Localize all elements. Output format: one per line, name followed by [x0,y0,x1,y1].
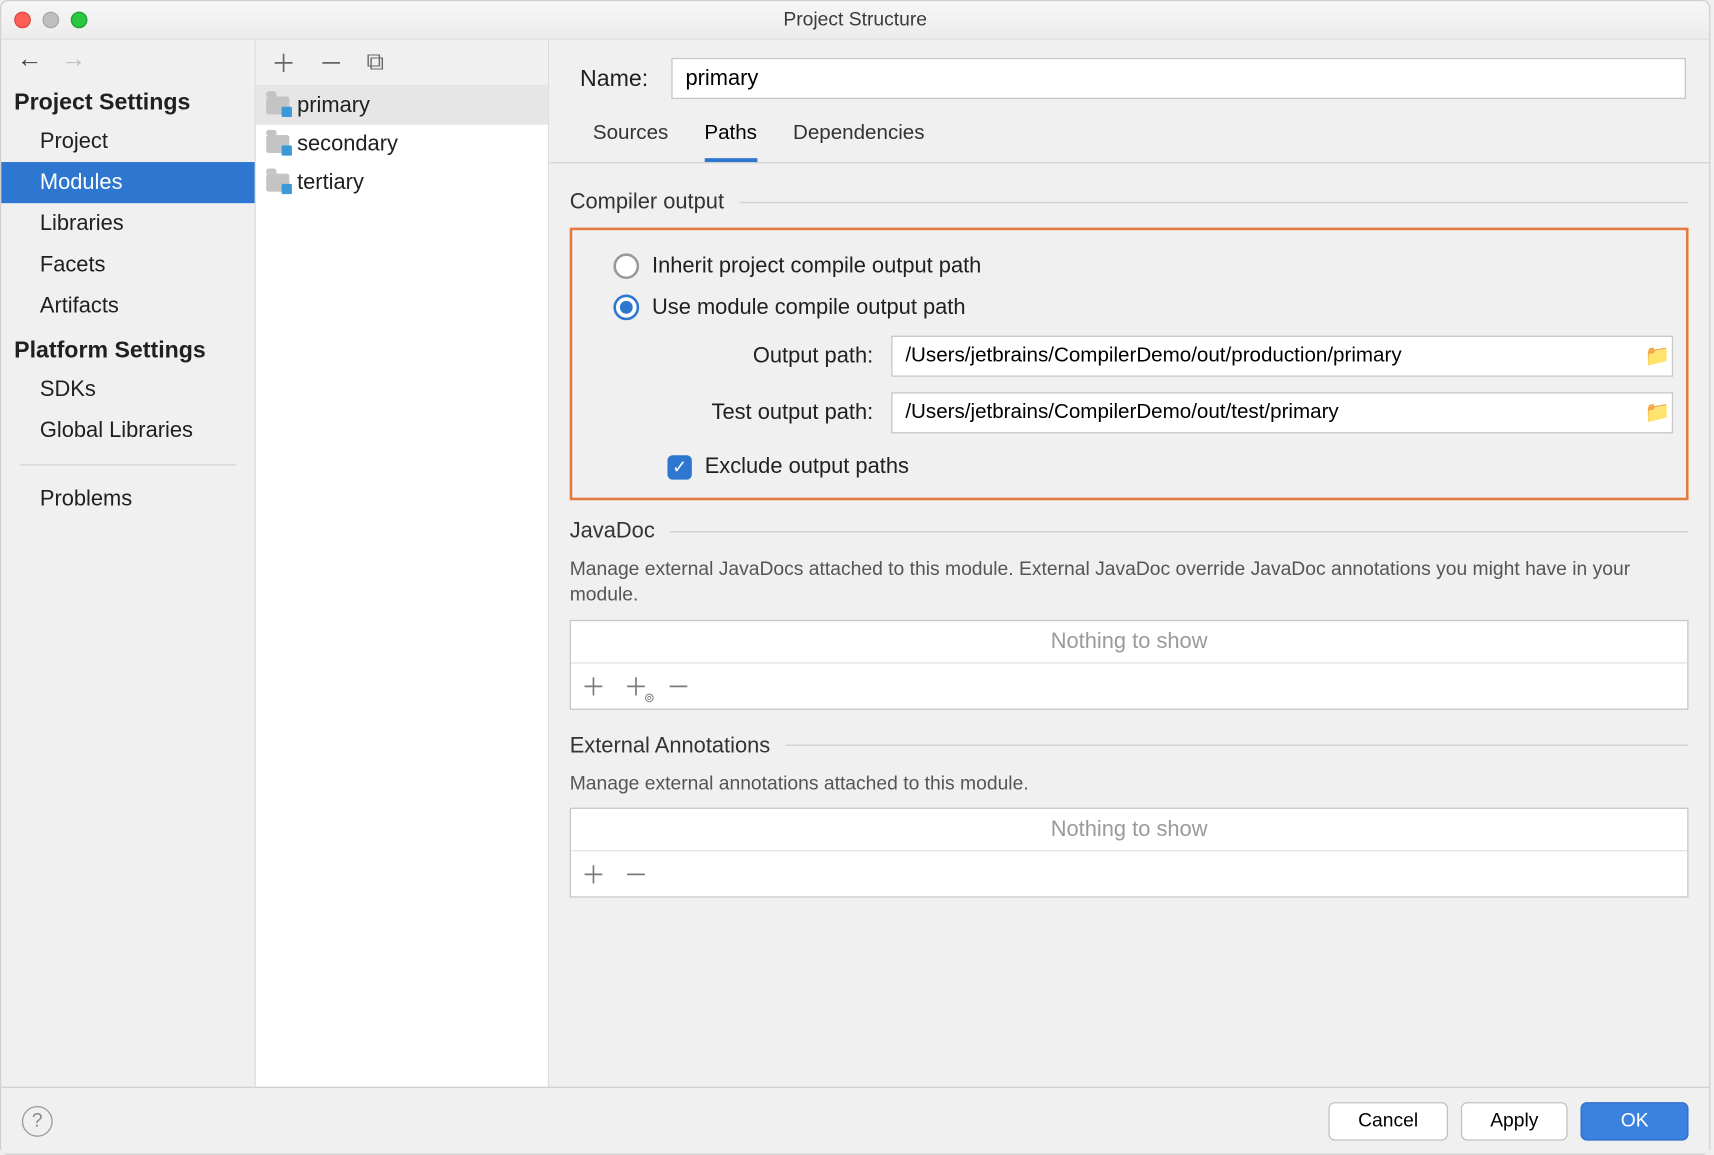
nav-forward-icon: → [60,44,86,74]
module-folder-icon [266,135,289,153]
module-toolbar: ＋ － ⧉ [256,40,548,86]
module-item-label: primary [297,93,370,119]
browse-folder-icon[interactable]: 📁 [1644,343,1672,369]
test-output-path-input[interactable] [892,401,1643,424]
ok-button[interactable]: OK [1581,1101,1689,1140]
ext-ann-add-icon[interactable]: ＋ [581,856,605,891]
cancel-button[interactable]: Cancel [1329,1101,1448,1140]
module-list-panel: ＋ － ⧉ primary secondary tertiary [256,40,549,1087]
radio-inherit[interactable] [613,253,639,279]
javadoc-description: Manage external JavaDocs attached to thi… [570,557,1689,609]
javadoc-empty-text: Nothing to show [571,620,1687,661]
copy-module-icon[interactable]: ⧉ [367,48,384,76]
module-item-tertiary[interactable]: tertiary [256,163,548,202]
exclude-output-label: Exclude output paths [705,454,909,480]
radio-inherit-label: Inherit project compile output path [652,253,981,279]
module-item-primary[interactable]: primary [256,86,548,125]
sidebar-group-platform-settings: Platform Settings [1,327,254,369]
output-path-input[interactable] [892,345,1643,368]
module-folder-icon [266,96,289,114]
add-module-icon[interactable]: ＋ [271,45,295,80]
external-annotations-heading: External Annotations [570,732,771,758]
sidebar-item-artifacts[interactable]: Artifacts [1,285,254,326]
module-folder-icon [266,174,289,192]
radio-use-module[interactable] [613,294,639,320]
sidebar-item-modules[interactable]: Modules [1,162,254,203]
tab-paths[interactable]: Paths [704,122,757,162]
external-annotations-empty-text: Nothing to show [571,809,1687,850]
sidebar-item-project[interactable]: Project [1,121,254,162]
tab-sources[interactable]: Sources [593,122,668,162]
radio-use-label: Use module compile output path [652,294,966,320]
sidebar-group-project-settings: Project Settings [1,78,254,120]
compiler-output-heading: Compiler output [570,189,724,215]
sidebar-item-global-libraries[interactable]: Global Libraries [1,410,254,451]
nav-back-icon[interactable]: ← [17,44,43,74]
window-title: Project Structure [1,9,1709,31]
sidebar-item-problems[interactable]: Problems [1,478,254,519]
module-detail-panel: Name: Sources Paths Dependencies Compile… [549,40,1709,1087]
dialog-footer: ? Cancel Apply OK [1,1087,1709,1154]
browse-folder-icon[interactable]: 📁 [1644,400,1672,426]
javadoc-add-icon[interactable]: ＋ [581,668,605,703]
radio-inherit-row[interactable]: Inherit project compile output path [585,246,1673,287]
sidebar-separator [19,464,236,465]
help-icon[interactable]: ? [22,1105,53,1136]
sidebar-item-libraries[interactable]: Libraries [1,203,254,244]
javadoc-add-url-icon[interactable]: ＋⊚ [624,668,648,703]
tab-dependencies[interactable]: Dependencies [793,122,925,162]
module-item-label: tertiary [297,170,364,196]
sidebar-item-facets[interactable]: Facets [1,244,254,285]
output-path-label: Output path: [667,343,873,369]
test-output-path-label: Test output path: [667,400,873,426]
exclude-output-row[interactable]: ✓ Exclude output paths [585,441,1673,480]
apply-button[interactable]: Apply [1461,1101,1568,1140]
titlebar: Project Structure [1,1,1709,40]
module-name-label: Name: [580,65,648,92]
section-divider [786,745,1689,746]
compiler-output-highlight: Inherit project compile output path Use … [570,228,1689,501]
settings-sidebar: ← → Project Settings Project Modules Lib… [1,40,256,1087]
section-divider [739,201,1688,202]
ext-ann-remove-icon[interactable]: － [624,856,648,891]
sidebar-item-sdks[interactable]: SDKs [1,369,254,410]
remove-module-icon[interactable]: － [319,45,343,80]
javadoc-listbox: Nothing to show ＋ ＋⊚ － [570,619,1689,709]
external-annotations-description: Manage external annotations attached to … [570,771,1689,797]
section-divider [670,530,1688,531]
external-annotations-listbox: Nothing to show ＋ － [570,807,1689,897]
module-item-secondary[interactable]: secondary [256,125,548,164]
module-name-input[interactable] [671,58,1686,99]
radio-use-row[interactable]: Use module compile output path [585,287,1673,328]
javadoc-heading: JavaDoc [570,518,655,544]
module-tabs: Sources Paths Dependencies [549,99,1709,163]
exclude-output-checkbox[interactable]: ✓ [667,455,691,479]
javadoc-remove-icon[interactable]: － [666,668,690,703]
module-item-label: secondary [297,131,398,157]
